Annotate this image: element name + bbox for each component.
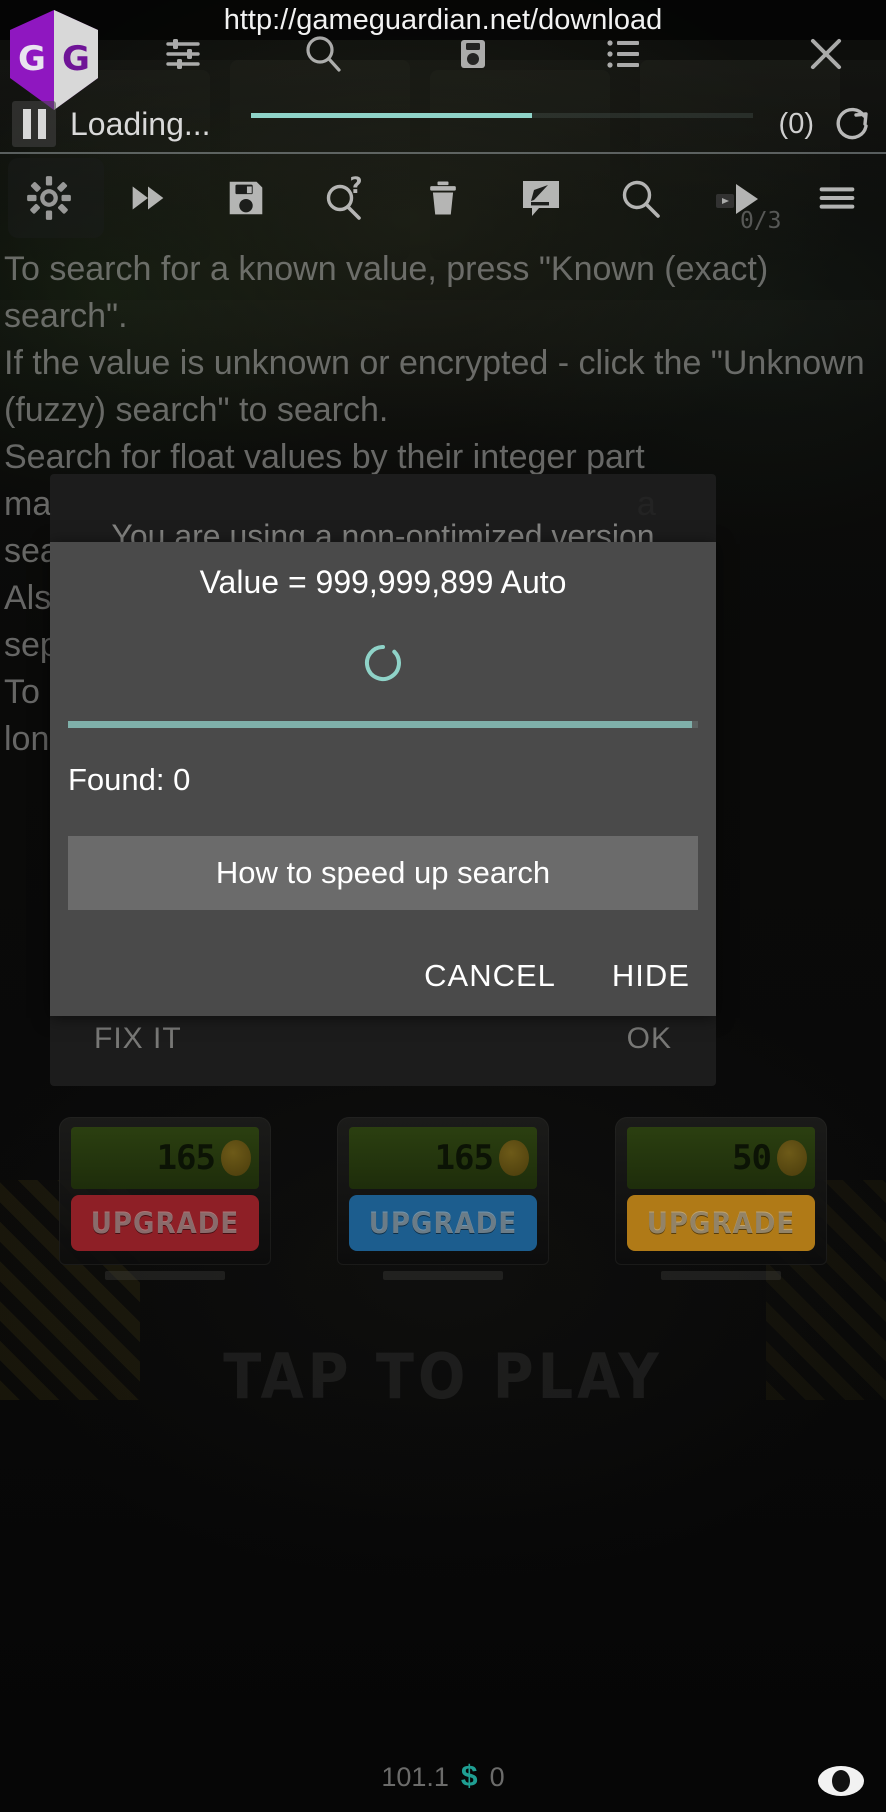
gg-header-icons (118, 14, 886, 94)
upgrade-machine[interactable]: 165 UPGRADE (59, 1117, 271, 1280)
loading-spinner (50, 641, 716, 685)
svg-text:G: G (18, 39, 46, 79)
machine-base (383, 1271, 503, 1280)
svg-text:?: ? (349, 174, 362, 199)
loading-row: Loading... (0) (0, 96, 886, 152)
upgrade-machine[interactable]: 50 UPGRADE (615, 1117, 827, 1280)
gg-toolbar: ? 0/3 (0, 156, 886, 240)
machine-cost-display: 165 (71, 1127, 259, 1189)
upgrade-button[interactable]: UPGRADE (349, 1195, 537, 1251)
edit-icon[interactable] (492, 156, 590, 240)
machine-cost-value: 165 (156, 1138, 216, 1178)
tap-to-play-label[interactable]: TAP TO PLAY (0, 1340, 886, 1413)
search-value-title: Value = 999,999,899 Auto (199, 564, 567, 600)
machine-cost-display: 165 (349, 1127, 537, 1189)
close-icon[interactable] (698, 30, 886, 78)
loading-label: Loading... (70, 105, 211, 142)
lock-icon[interactable] (398, 32, 548, 76)
amount-value: 0 (489, 1761, 505, 1792)
ok-button[interactable]: OK (627, 1022, 672, 1056)
search-progress-bar (68, 721, 698, 728)
search-unknown-icon[interactable]: ? (295, 156, 393, 240)
cancel-button[interactable]: CANCEL (424, 958, 556, 994)
video-play-icon[interactable]: 0/3 (689, 156, 787, 240)
search-icon[interactable] (591, 156, 689, 240)
machine-base (105, 1271, 225, 1280)
loading-progress-fill (250, 112, 532, 118)
list-icon[interactable] (548, 32, 698, 76)
upgrade-machines: 165 UPGRADE 165 UPGRADE 50 UPGRADE (0, 1060, 886, 1280)
coin-icon (221, 1140, 251, 1176)
how-to-speed-up-search-button[interactable]: How to speed up search (68, 836, 698, 910)
app-root: 165 UPGRADE 165 UPGRADE 50 UPGRADE TAP T… (0, 0, 886, 1812)
trash-icon[interactable] (394, 156, 492, 240)
search-icon[interactable] (248, 32, 398, 76)
save-icon[interactable] (197, 156, 295, 240)
upgrade-button[interactable]: UPGRADE (627, 1195, 815, 1251)
machine-cost-value: 50 (732, 1138, 772, 1178)
video-badge: 0/3 (739, 208, 782, 234)
game-status-bar: 101.1 $ 0 (0, 1760, 886, 1794)
search-progress-fill (68, 721, 692, 728)
hide-button[interactable]: HIDE (612, 958, 690, 994)
loading-progress-bar (250, 112, 753, 118)
coin-icon (499, 1140, 529, 1176)
svg-text:G: G (62, 39, 90, 79)
machine-cost-value: 165 (434, 1138, 494, 1178)
gg-header: G G (0, 6, 886, 110)
sliders-icon[interactable] (118, 32, 248, 76)
machine-base (661, 1271, 781, 1280)
fast-forward-icon[interactable] (98, 156, 196, 240)
machine-cost-display: 50 (627, 1127, 815, 1189)
non-optimized-actions: FIX IT OK (50, 1022, 716, 1056)
pause-icon[interactable] (12, 101, 56, 147)
header-divider (0, 152, 886, 154)
search-progress-dialog: Value = 999,999,899 Auto Found: 0 How to… (50, 542, 716, 1016)
refresh-icon[interactable] (830, 102, 874, 146)
settings-gear-icon[interactable] (0, 156, 104, 240)
eye-icon[interactable] (816, 1764, 866, 1798)
menu-icon[interactable] (788, 156, 886, 240)
search-dialog-actions: CANCEL HIDE (424, 958, 690, 994)
coin-icon (777, 1140, 807, 1176)
currency-icon: $ (460, 1760, 478, 1793)
upgrade-machine[interactable]: 165 UPGRADE (337, 1117, 549, 1280)
loading-count: (0) (778, 107, 814, 140)
upgrade-button[interactable]: UPGRADE (71, 1195, 259, 1251)
fix-it-button[interactable]: FIX IT (94, 1022, 182, 1056)
found-count-label: Found: 0 (68, 762, 191, 797)
rate-value: 101.1 (381, 1761, 449, 1792)
